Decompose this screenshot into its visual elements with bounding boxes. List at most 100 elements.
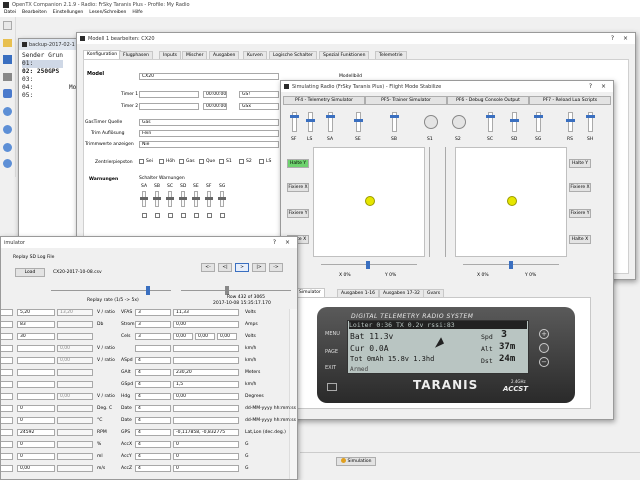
tel-value-input[interactable]: 0: [17, 441, 55, 448]
menu-file[interactable]: Datei: [4, 9, 16, 17]
tel-instance-input[interactable]: 4: [135, 381, 171, 388]
switch-handle[interactable]: [586, 115, 595, 118]
tel-ratio-input[interactable]: [57, 453, 93, 460]
left-vertical-trim[interactable]: [429, 147, 435, 257]
row-slider[interactable]: [181, 290, 291, 291]
toolbar-gear-icon[interactable]: [3, 107, 12, 116]
tel-ratio-input[interactable]: 0,00: [57, 357, 93, 364]
tab-gvars[interactable]: Gvars: [423, 289, 445, 297]
replay-rate-slider[interactable]: [51, 290, 171, 291]
right-halte-y-button[interactable]: Halte Y: [569, 159, 591, 168]
replay-nav-button[interactable]: |>: [252, 263, 266, 272]
load-button[interactable]: Load: [15, 268, 45, 277]
tel-ratio-input[interactable]: [57, 441, 93, 448]
replay-nav-button[interactable]: <|: [218, 263, 232, 272]
toolbar-new-icon[interactable]: [3, 21, 12, 30]
tel-instance-input[interactable]: 3: [135, 321, 171, 328]
tel-spin-left[interactable]: [1, 333, 13, 340]
sim-help-button[interactable]: ?: [584, 83, 597, 90]
switch-handle[interactable]: [326, 115, 335, 118]
tel-reading-input[interactable]: 0: [173, 441, 239, 448]
warn-switch-handle[interactable]: [153, 197, 161, 200]
right-vertical-trim[interactable]: [445, 147, 451, 257]
tel-value-input[interactable]: 24592: [17, 429, 55, 436]
switch-slot[interactable]: [568, 112, 573, 132]
tel-close-icon[interactable]: ×: [281, 239, 294, 246]
tel-reading-input[interactable]: 1,5: [173, 381, 239, 388]
help-button[interactable]: ?: [606, 35, 619, 42]
tel-instance-input[interactable]: 4: [135, 357, 171, 364]
tel-ratio-input[interactable]: [57, 369, 93, 376]
tel-reading-input[interactable]: 0,00: [173, 393, 239, 400]
tel-reading-input[interactable]: 230,20: [173, 369, 239, 376]
simulation-button[interactable]: Simulation: [336, 457, 376, 466]
gas-quelle-select[interactable]: Gas: [139, 119, 279, 126]
list-item[interactable]: 04:: [22, 84, 63, 92]
tab-konfiguration[interactable]: Konfiguration: [83, 50, 122, 59]
warn-switch-handle[interactable]: [218, 197, 226, 200]
pot-knob-s1[interactable]: [424, 115, 438, 129]
tel-reading-input[interactable]: [173, 345, 239, 352]
tel-instance-input[interactable]: 3: [135, 333, 171, 340]
left-htrim-handle[interactable]: [366, 261, 370, 269]
warn-switch-checkbox[interactable]: [168, 213, 173, 218]
tel-value-input[interactable]: 0: [17, 405, 55, 412]
tel-spin-left[interactable]: [1, 345, 13, 352]
right-halte-x-button[interactable]: Halte X: [569, 235, 591, 244]
left-fixiere-y-button[interactable]: Fixiere Y: [287, 209, 309, 218]
tel-value-input[interactable]: 0: [17, 453, 55, 460]
tel-instance-input[interactable]: 4: [135, 441, 171, 448]
tel-reading-input[interactable]: [173, 405, 239, 412]
tel-ratio-input[interactable]: [57, 333, 93, 340]
tel-spin-left[interactable]: [1, 429, 13, 436]
tel-help-button[interactable]: ?: [268, 239, 281, 246]
tab-ausgaben-17-32[interactable]: Ausgaben 17-32: [379, 289, 424, 297]
radio-exit-button[interactable]: EXIT: [325, 365, 336, 371]
zentr-checkbox[interactable]: [179, 159, 184, 164]
timer1-mode[interactable]: GS!: [239, 91, 279, 98]
tel-ratio-input[interactable]: [57, 429, 93, 436]
replay-nav-button[interactable]: <-: [201, 263, 215, 272]
tel-value-input[interactable]: [17, 357, 55, 364]
right-fixiere-x-button[interactable]: Fixiere X: [569, 183, 591, 192]
tel-instance-input[interactable]: 4: [135, 429, 171, 436]
switch-handle[interactable]: [566, 119, 575, 122]
pf6-button[interactable]: PF6 - Debug Console Output: [447, 96, 529, 105]
left-stick-handle[interactable]: [365, 196, 375, 206]
tel-reading-input[interactable]: 11,33: [173, 309, 239, 316]
toolbar-chip-icon[interactable]: [3, 89, 12, 98]
tel-spin-left[interactable]: [1, 465, 13, 472]
tel-instance-input[interactable]: 3: [135, 309, 171, 316]
zentr-checkbox[interactable]: [239, 159, 244, 164]
zentr-checkbox[interactable]: [199, 159, 204, 164]
tel-reading-input[interactable]: -0,117858, -0,832775: [173, 429, 239, 436]
right-stick-handle[interactable]: [507, 196, 517, 206]
tel-spin-left[interactable]: [1, 405, 13, 412]
list-item[interactable]: 01:: [22, 60, 63, 68]
tel-value-input[interactable]: [17, 369, 55, 376]
tel-reading-input[interactable]: 0,00: [173, 321, 239, 328]
cels-value-input[interactable]: 0,00: [195, 333, 215, 340]
tel-ratio-input[interactable]: [57, 321, 93, 328]
tel-spin-left[interactable]: [1, 357, 13, 364]
tel-spin-left[interactable]: [1, 441, 13, 448]
tel-value-input[interactable]: 30: [17, 333, 55, 340]
warn-switch-checkbox[interactable]: [220, 213, 225, 218]
tel-instance-input[interactable]: 4: [135, 465, 171, 472]
trim-select[interactable]: Fein: [139, 130, 279, 137]
timer1-time[interactable]: 00:00:00: [203, 91, 227, 98]
tel-spin-left[interactable]: [1, 369, 13, 376]
right-fixiere-y-button[interactable]: Fixiere Y: [569, 209, 591, 218]
left-halte-y-button[interactable]: Halte Y: [287, 159, 309, 168]
list-item[interactable]: Sender Grun: [22, 52, 63, 60]
switch-slot[interactable]: [512, 112, 517, 132]
pot-knob-s2[interactable]: [452, 115, 466, 129]
replay-nav-button[interactable]: ->: [269, 263, 283, 272]
zentr-checkbox[interactable]: [139, 159, 144, 164]
tel-ratio-input[interactable]: [57, 465, 93, 472]
switch-handle[interactable]: [534, 115, 543, 118]
pf7-button[interactable]: PF7 - Reload Lua Scripts: [529, 96, 611, 105]
menu-settings[interactable]: Einstellungen: [53, 9, 84, 17]
cels-value-input[interactable]: 0,00: [217, 333, 237, 340]
tab-kurven[interactable]: Kurven: [243, 51, 267, 59]
